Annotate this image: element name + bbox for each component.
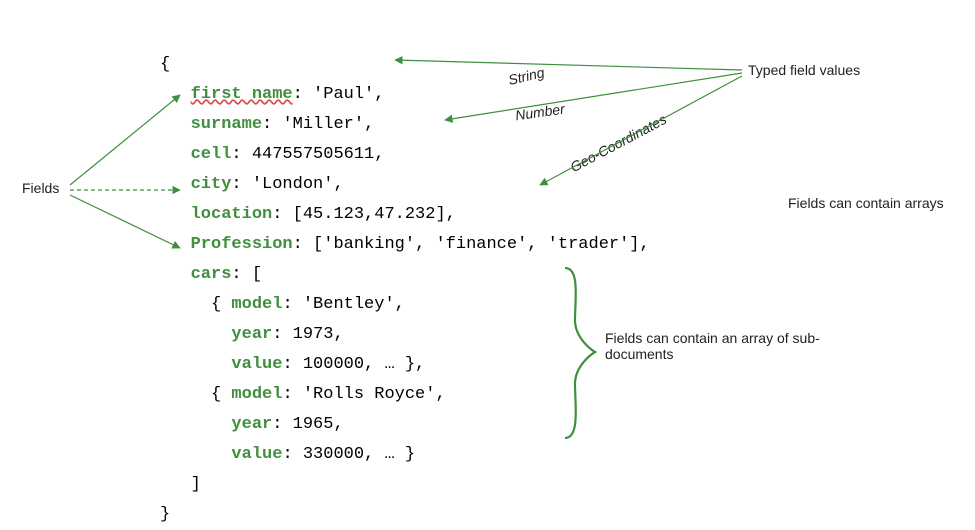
field-value-profession: ['banking', 'finance', 'trader'] <box>313 235 639 254</box>
label-typed: Typed field values <box>748 62 860 78</box>
label-fields: Fields <box>22 180 59 196</box>
document-code: { first name: 'Paul', surname: 'Miller',… <box>160 20 650 530</box>
car0-year: 1973 <box>293 325 334 344</box>
car-year-key-1: year <box>231 415 272 434</box>
field-key-first-name: first name <box>191 85 293 104</box>
car1-year: 1965 <box>293 415 334 434</box>
field-value-cell: 447557505611 <box>252 145 374 164</box>
cars-array-close: ] <box>191 475 201 494</box>
label-arrays: Fields can contain arrays <box>788 195 944 211</box>
car-model-key-1: model <box>231 385 282 404</box>
car0-value: 100000, … }, <box>303 355 425 374</box>
field-value-location: [45.123,47.232] <box>293 205 446 224</box>
field-key-cars: cars <box>191 265 232 284</box>
label-subdocs: Fields can contain an array of sub-docum… <box>605 330 825 362</box>
field-key-profession: Profession <box>191 235 293 254</box>
field-value-surname: 'Miller' <box>282 115 364 134</box>
car-year-key: year <box>231 325 272 344</box>
car1-value: 330000, … } <box>303 445 415 464</box>
car0-model: 'Bentley' <box>303 295 395 314</box>
car-value-key-1: value <box>231 445 282 464</box>
field-key-location: location <box>191 205 273 224</box>
car-value-key: value <box>231 355 282 374</box>
brace-open: { <box>160 55 170 74</box>
car-model-key: model <box>231 295 282 314</box>
cars-array-open: [ <box>252 265 262 284</box>
car1-model: 'Rolls Royce' <box>303 385 436 404</box>
field-key-cell: cell <box>191 145 232 164</box>
field-key-surname: surname <box>191 115 262 134</box>
field-value-first-name: 'Paul' <box>313 85 374 104</box>
field-key-city: city <box>191 175 232 194</box>
brace-close: } <box>160 505 170 524</box>
field-value-city: 'London' <box>252 175 334 194</box>
